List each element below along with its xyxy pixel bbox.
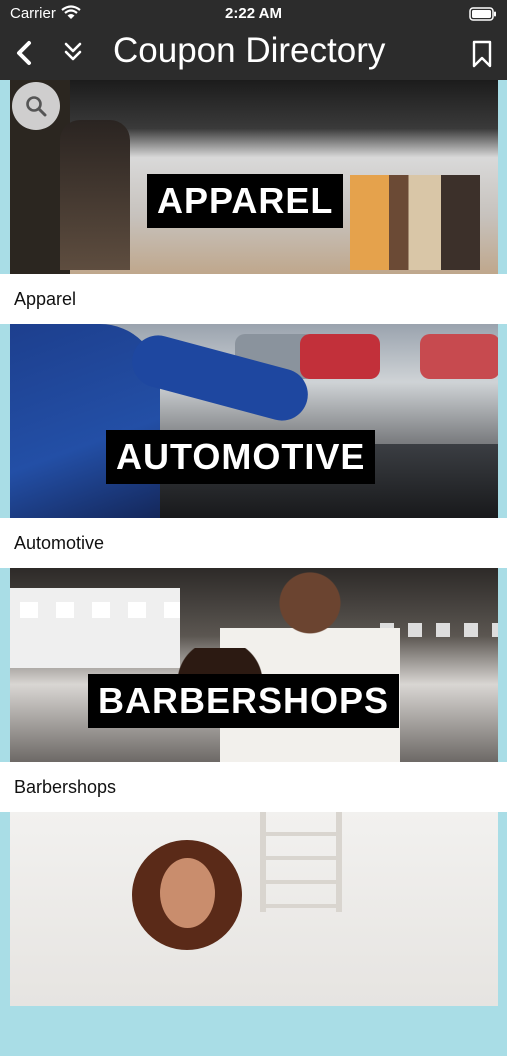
back-chevron-icon[interactable]	[12, 40, 36, 71]
category-banner-image[interactable]	[10, 812, 498, 1006]
category-caption-bar[interactable]: Barbershops	[0, 762, 507, 812]
category-card-apparel[interactable]: APPAREL Apparel	[0, 80, 507, 324]
search-button[interactable]	[12, 82, 60, 130]
category-card-barbershops[interactable]: BARBERSHOPS Barbershops	[0, 568, 507, 812]
page-title: Coupon Directory	[113, 31, 386, 70]
category-caption: Barbershops	[14, 777, 117, 797]
banner-label: APPAREL	[147, 174, 344, 228]
banner-label: BARBERSHOPS	[88, 674, 400, 728]
navigation-bar: Coupon Directory	[0, 28, 507, 80]
category-caption-bar[interactable]: Apparel	[0, 274, 507, 324]
category-banner-image[interactable]: AUTOMOTIVE	[10, 324, 498, 518]
banner-label: AUTOMOTIVE	[106, 430, 376, 484]
double-chevron-down-icon[interactable]	[62, 40, 84, 69]
status-bar: Carrier 2:22 AM	[0, 0, 507, 28]
category-banner-image[interactable]: APPAREL	[10, 80, 498, 274]
category-list: APPAREL Apparel AUTOMOTIVE Automotive BA…	[0, 80, 507, 1056]
category-caption-bar[interactable]: Automotive	[0, 518, 507, 568]
category-card-next[interactable]	[0, 812, 507, 1056]
battery-icon	[469, 7, 497, 25]
category-banner-image[interactable]: BARBERSHOPS	[10, 568, 498, 762]
bookmark-icon[interactable]	[471, 40, 493, 73]
category-caption: Automotive	[14, 533, 105, 553]
category-caption: Apparel	[14, 289, 77, 309]
category-card-automotive[interactable]: AUTOMOTIVE Automotive	[0, 324, 507, 568]
status-time: 2:22 AM	[225, 5, 282, 22]
